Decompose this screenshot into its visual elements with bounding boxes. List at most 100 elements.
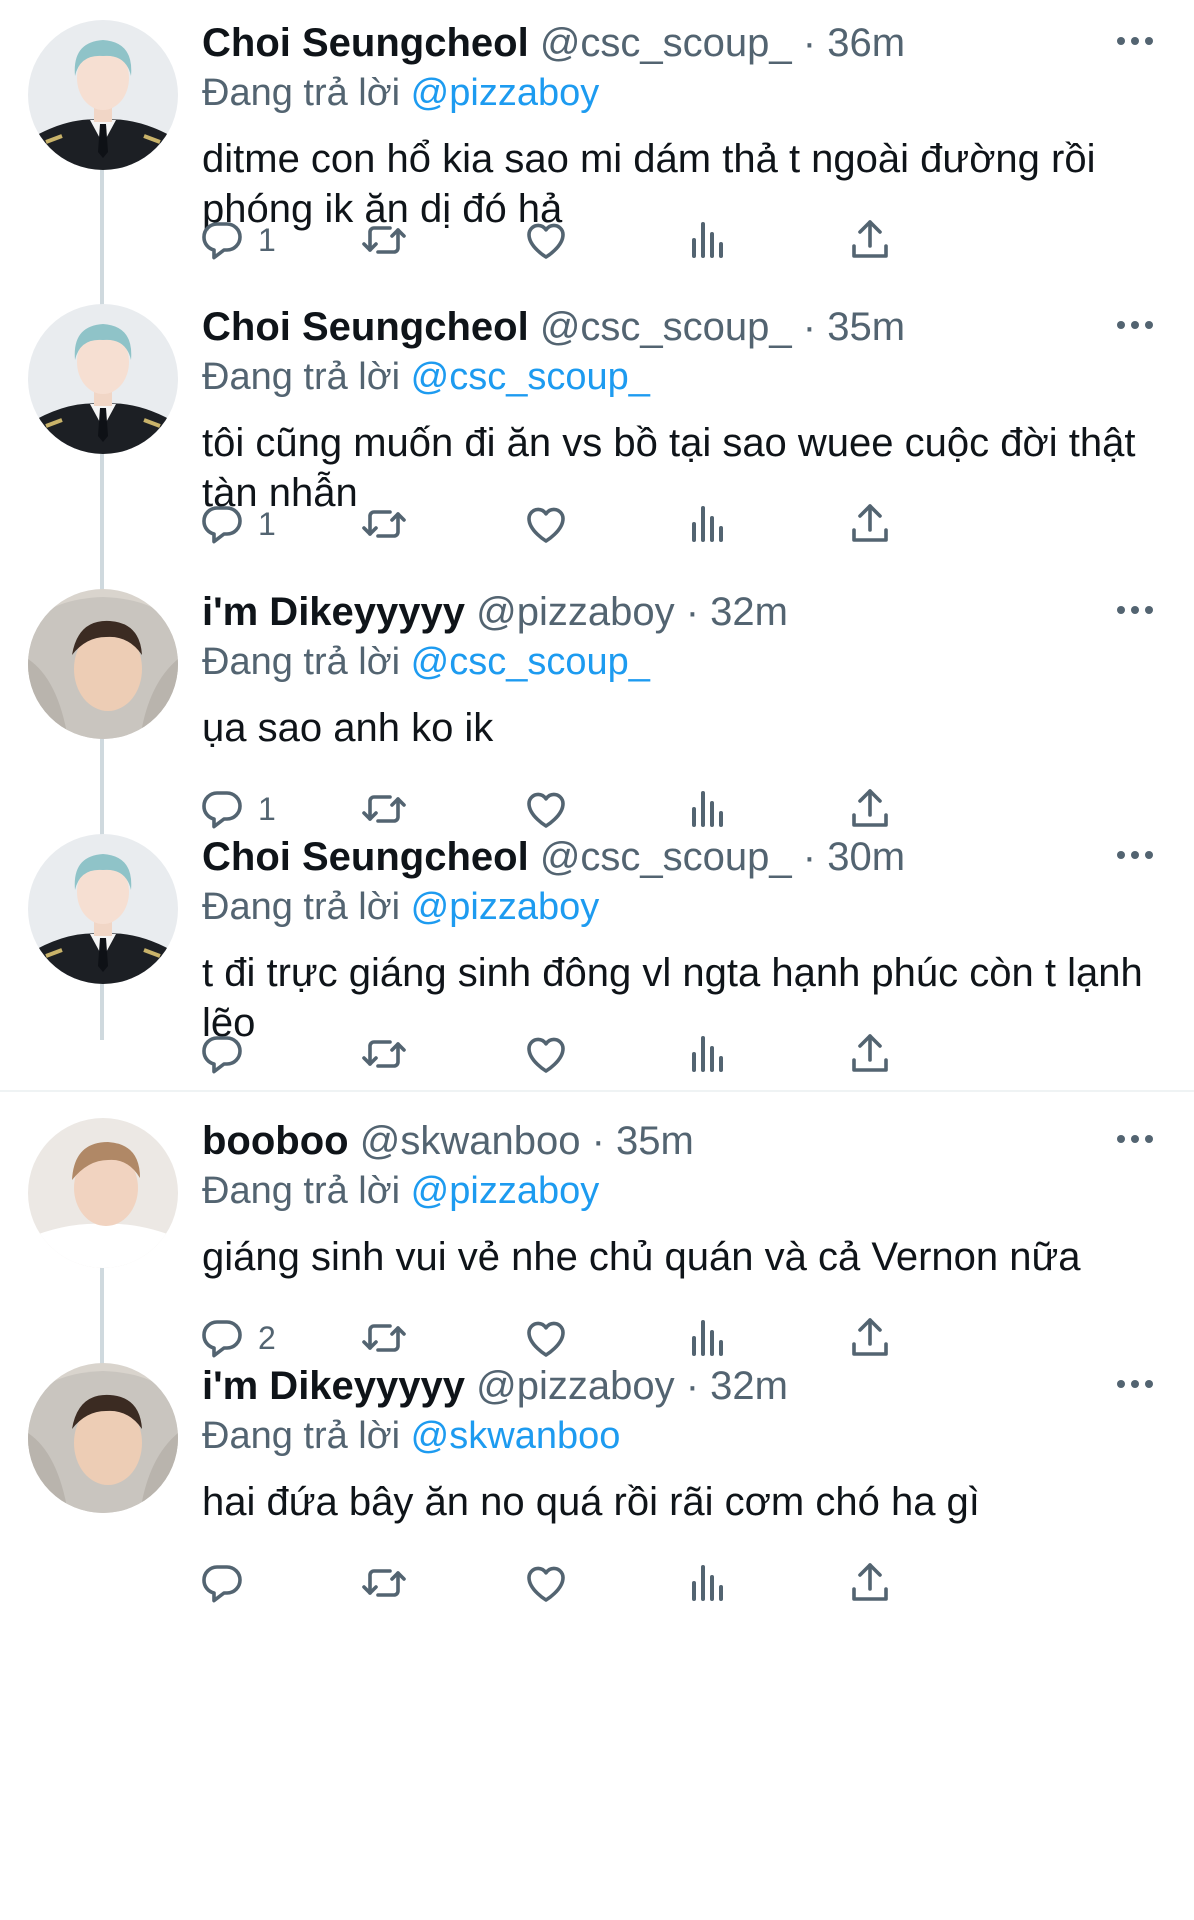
like-button[interactable] [522, 1024, 570, 1084]
reply-button[interactable]: 1 [198, 210, 276, 270]
views-icon [684, 1030, 732, 1078]
reply-icon [198, 216, 246, 264]
replying-to: Đang trả lời @pizzaboy [202, 1166, 599, 1216]
retweet-button[interactable] [360, 494, 408, 554]
retweet-button[interactable] [360, 210, 408, 270]
reply-button[interactable] [198, 1553, 258, 1613]
tweet[interactable]: Choi Seungcheol @csc_scoup_ · 30m Đang t… [0, 814, 1194, 1098]
action-bar [202, 1553, 1082, 1613]
display-name[interactable]: Choi Seungcheol [202, 835, 529, 879]
more-options-icon[interactable] [1114, 1369, 1156, 1399]
like-icon [522, 1559, 570, 1607]
views-button[interactable] [684, 210, 732, 270]
like-icon [522, 1030, 570, 1078]
like-button[interactable] [522, 210, 570, 270]
like-icon [522, 500, 570, 548]
more-options-icon[interactable] [1114, 595, 1156, 625]
replying-to: Đang trả lời @csc_scoup_ [202, 352, 650, 402]
replying-to: Đang trả lời @pizzaboy [202, 68, 599, 118]
share-icon [846, 1030, 894, 1078]
avatar[interactable] [28, 304, 178, 454]
tweet-text: giáng sinh vui vẻ nhe chủ quán và cả Ver… [202, 1235, 1081, 1279]
retweet-icon [360, 216, 408, 264]
reply-icon [198, 1030, 246, 1078]
handle-and-time: @csc_scoup_ · 35m [539, 305, 906, 349]
replying-to-label: Đang trả lời [202, 886, 401, 928]
replying-to-label: Đang trả lời [202, 72, 401, 114]
views-button[interactable] [684, 1024, 732, 1084]
tweet[interactable]: Choi Seungcheol @csc_scoup_ · 35m Đang t… [0, 284, 1194, 569]
share-button[interactable] [846, 210, 894, 270]
avatar[interactable] [28, 589, 178, 739]
share-button[interactable] [846, 1024, 894, 1084]
replying-to-label: Đang trả lời [202, 356, 401, 398]
more-options-icon[interactable] [1114, 26, 1156, 56]
replying-to-label: Đang trả lời [202, 1170, 401, 1212]
like-button[interactable] [522, 1553, 570, 1613]
retweet-icon [360, 1030, 408, 1078]
share-icon [846, 1559, 894, 1607]
reply-icon [198, 500, 246, 548]
reply-button[interactable] [198, 1024, 258, 1084]
replying-to-label: Đang trả lời [202, 1415, 401, 1457]
more-options-icon[interactable] [1114, 1124, 1156, 1154]
replying-to-label: Đang trả lời [202, 641, 401, 683]
tweet[interactable]: i'm Dikeyyyyy @pizzaboy · 32m Đang trả l… [0, 569, 1194, 814]
replying-to-handle[interactable]: @pizzaboy [411, 886, 600, 928]
display-name[interactable]: booboo [202, 1119, 349, 1163]
replying-to-handle[interactable]: @skwanboo [411, 1415, 621, 1457]
tweet-header: booboo @skwanboo · 35m [202, 1116, 1102, 1166]
action-bar [202, 1024, 1082, 1084]
action-bar: 1 [202, 210, 1082, 270]
reply-feed: Choi Seungcheol @csc_scoup_ · 36m Đang t… [0, 0, 1194, 1920]
views-icon [684, 216, 732, 264]
tweet-header: Choi Seungcheol @csc_scoup_ · 36m [202, 18, 1102, 68]
tweet-header: Choi Seungcheol @csc_scoup_ · 30m [202, 832, 1102, 882]
tweet-header: i'm Dikeyyyyy @pizzaboy · 32m [202, 1361, 1102, 1411]
share-icon [846, 500, 894, 548]
display-name[interactable]: Choi Seungcheol [202, 305, 529, 349]
handle-and-time: @csc_scoup_ · 30m [539, 835, 906, 879]
replying-to-handle[interactable]: @csc_scoup_ [411, 356, 650, 398]
views-button[interactable] [684, 1553, 732, 1613]
views-icon [684, 1559, 732, 1607]
retweet-button[interactable] [360, 1553, 408, 1613]
replying-to-handle[interactable]: @pizzaboy [411, 1170, 600, 1212]
retweet-button[interactable] [360, 1024, 408, 1084]
views-icon [684, 500, 732, 548]
retweet-icon [360, 1559, 408, 1607]
more-options-icon[interactable] [1114, 310, 1156, 340]
replying-to-handle[interactable]: @pizzaboy [411, 72, 600, 114]
views-button[interactable] [684, 494, 732, 554]
replying-to: Đang trả lời @csc_scoup_ [202, 637, 650, 687]
reply-count: 1 [258, 505, 276, 542]
avatar[interactable] [28, 1118, 178, 1268]
tweet[interactable]: booboo @skwanboo · 35m Đang trả lời @piz… [0, 1098, 1194, 1343]
tweet[interactable]: Choi Seungcheol @csc_scoup_ · 36m Đang t… [0, 0, 1194, 284]
reply-button[interactable]: 1 [198, 494, 276, 554]
like-button[interactable] [522, 494, 570, 554]
retweet-icon [360, 500, 408, 548]
share-button[interactable] [846, 494, 894, 554]
like-icon [522, 216, 570, 264]
share-button[interactable] [846, 1553, 894, 1613]
handle-and-time: @csc_scoup_ · 36m [539, 21, 906, 65]
reply-icon [198, 1559, 246, 1607]
action-bar: 1 [202, 494, 1082, 554]
display-name[interactable]: Choi Seungcheol [202, 21, 529, 65]
avatar[interactable] [28, 1363, 178, 1513]
display-name[interactable]: i'm Dikeyyyyy [202, 1364, 465, 1408]
tweet-text: hai đứa bây ăn no quá rồi rãi cơm chó ha… [202, 1480, 980, 1524]
avatar[interactable] [28, 834, 178, 984]
replying-to: Đang trả lời @skwanboo [202, 1411, 620, 1461]
share-icon [846, 216, 894, 264]
avatar[interactable] [28, 20, 178, 170]
tweet[interactable]: i'm Dikeyyyyy @pizzaboy · 32m Đang trả l… [0, 1343, 1194, 1920]
reply-count: 1 [258, 221, 276, 258]
replying-to-handle[interactable]: @csc_scoup_ [411, 641, 650, 683]
tweet-text: ụa sao anh ko ik [202, 706, 494, 750]
tweet-header: i'm Dikeyyyyy @pizzaboy · 32m [202, 587, 1102, 637]
more-options-icon[interactable] [1114, 840, 1156, 870]
handle-and-time: @pizzaboy · 32m [476, 1364, 788, 1408]
display-name[interactable]: i'm Dikeyyyyy [202, 590, 465, 634]
